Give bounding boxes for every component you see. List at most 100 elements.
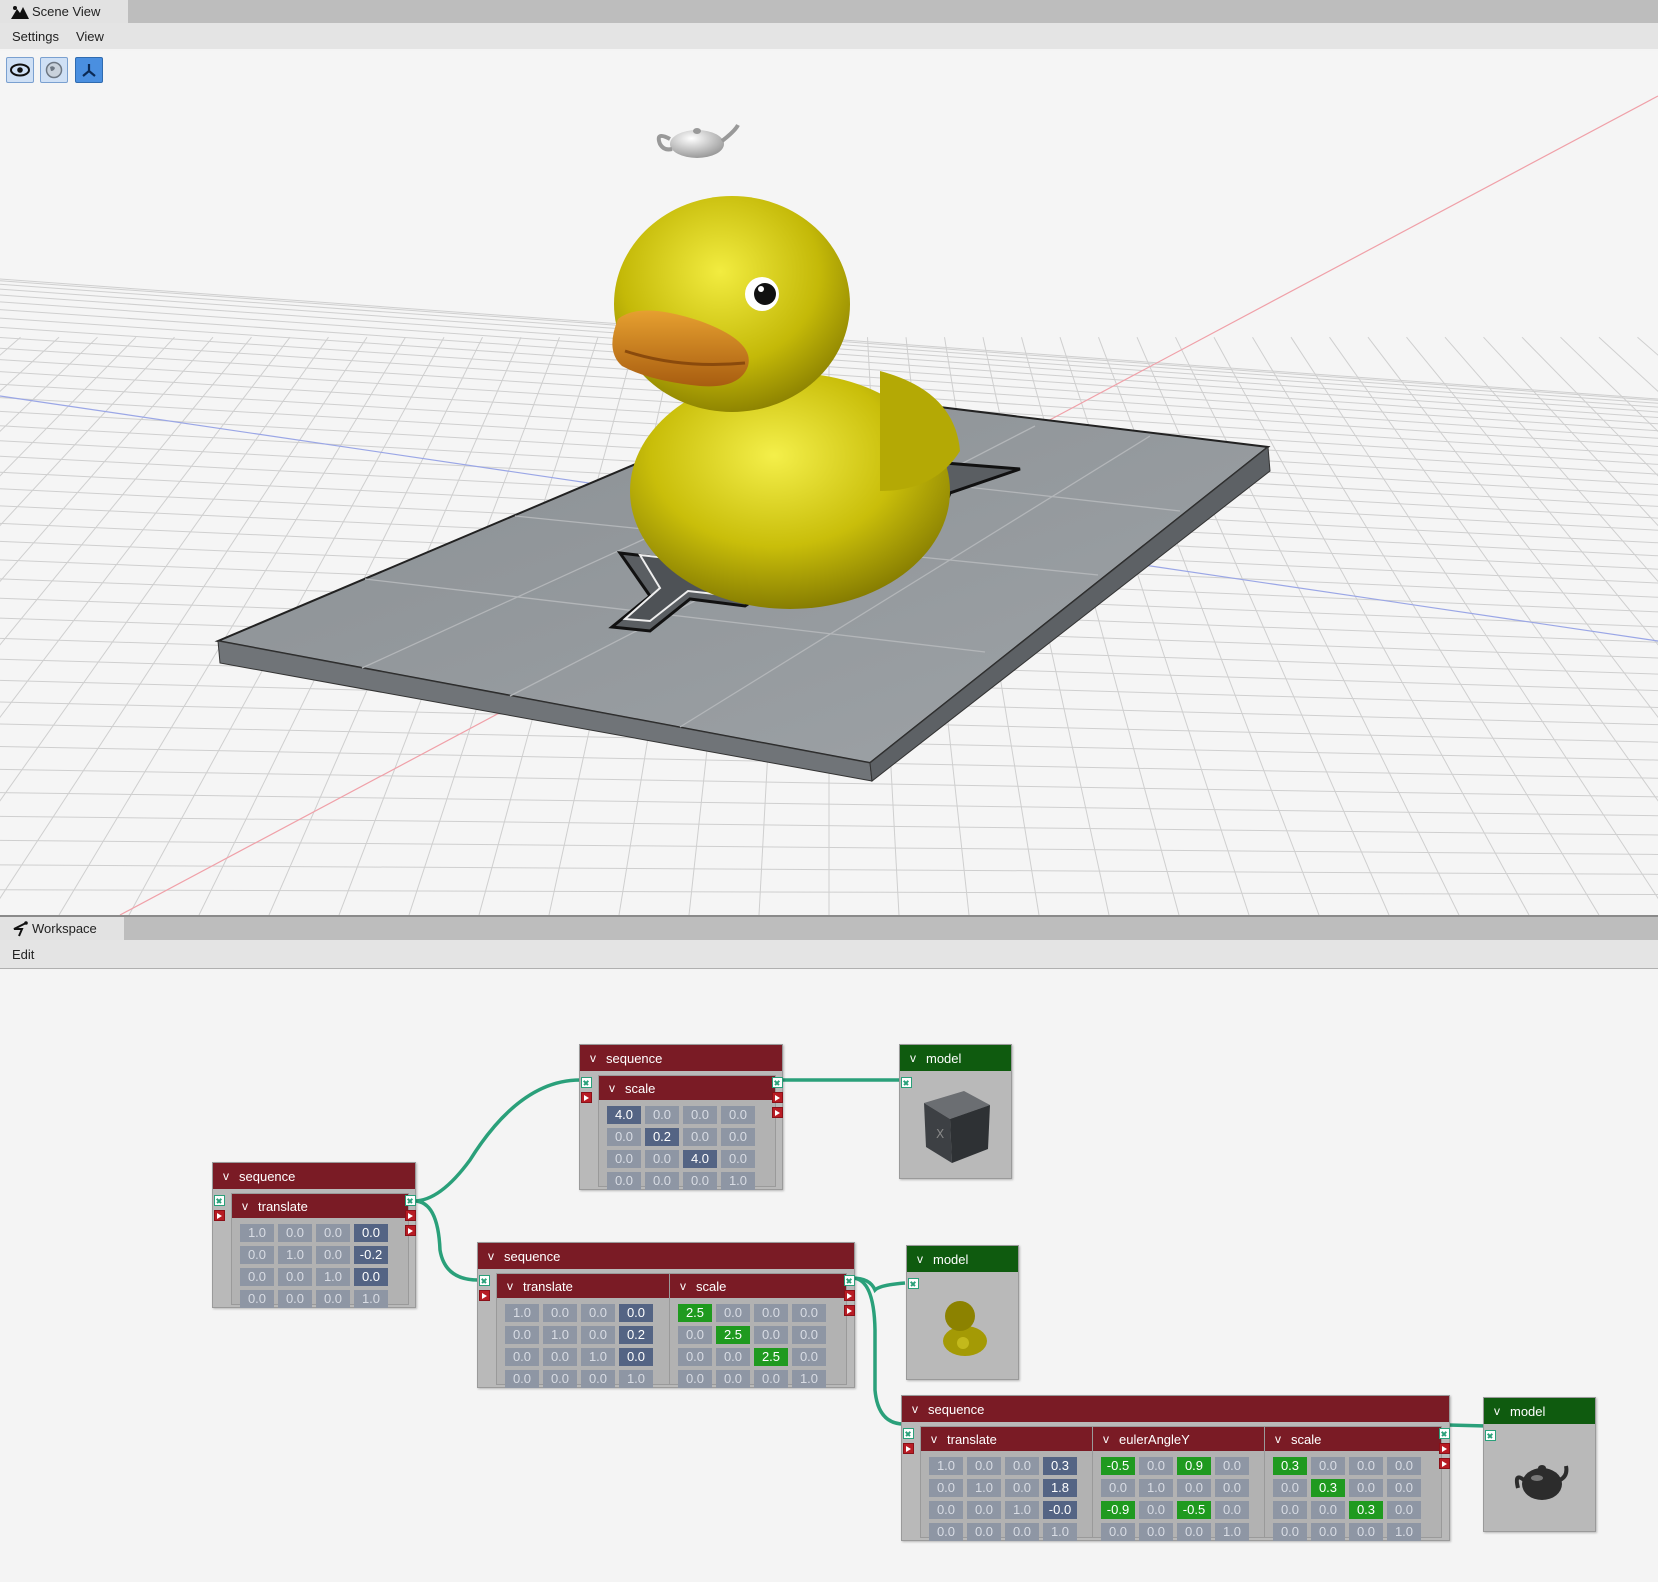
trigger-port[interactable] [581,1092,592,1103]
matrix-cell[interactable]: 0.0 [505,1326,539,1344]
matrix-cell[interactable]: 0.0 [1387,1501,1421,1519]
output-port[interactable] [844,1275,855,1286]
matrix-cell[interactable]: 0.0 [505,1370,539,1388]
matrix-cell[interactable]: 0.0 [581,1304,615,1322]
matrix-cell[interactable]: 0.0 [1005,1479,1039,1497]
matrix-cell[interactable]: 0.0 [1273,1501,1307,1519]
model-node-teapot[interactable]: v model [1483,1397,1596,1532]
sequence-node-root[interactable]: v sequence v translate 1.0 0.0 0.0 0.0 0.0 1.0 0… [212,1162,416,1308]
matrix-cell[interactable]: 0.0 [354,1224,388,1242]
euler-angle-y-node[interactable]: v eulerAngleY -0.5 0.0 0.9 0.0 0.0 1.0 0.0 0.0 -0… [1092,1426,1270,1541]
collapse-toggle[interactable]: v [900,1051,926,1065]
collapse-toggle[interactable]: v [478,1249,504,1263]
collapse-toggle[interactable]: v [1484,1404,1510,1418]
collapse-toggle[interactable]: v [1093,1432,1119,1446]
matrix-cell[interactable]: 0.0 [1139,1457,1173,1475]
matrix-cell[interactable]: 0.0 [543,1348,577,1366]
sequence-node-teapot[interactable]: v sequence v translate 1.0 0.0 0.0 0.3 0.0 1.0 0… [901,1395,1450,1541]
matrix-cell[interactable]: 0.0 [754,1326,788,1344]
matrix-cell[interactable]: 0.0 [581,1326,615,1344]
matrix-cell[interactable]: 0.3 [1349,1501,1383,1519]
matrix-cell[interactable]: 0.3 [1311,1479,1345,1497]
matrix-cell[interactable]: 0.0 [1101,1479,1135,1497]
scale-node[interactable]: v scale 0.3 0.0 0.0 0.0 0.0 0.3 0.0 0.0 0.0 0.0 0.3… [1264,1426,1442,1541]
matrix-cell[interactable]: 0.0 [1311,1501,1345,1519]
matrix-cell[interactable]: 1.0 [354,1290,388,1308]
matrix-cell[interactable]: 1.8 [1043,1479,1077,1497]
trigger-out-port[interactable] [772,1107,783,1118]
matrix-cell[interactable]: 1.0 [1043,1523,1077,1541]
matrix-cell[interactable]: 0.0 [721,1150,755,1168]
input-port[interactable] [479,1275,490,1286]
collapse-toggle[interactable]: v [580,1051,606,1065]
matrix-cell[interactable]: 0.0 [929,1479,963,1497]
matrix-cell[interactable]: 0.0 [1139,1501,1173,1519]
matrix-cell[interactable]: 0.0 [316,1224,350,1242]
matrix-cell[interactable]: 0.0 [1005,1457,1039,1475]
matrix-cell[interactable]: 0.0 [678,1348,712,1366]
matrix-cell[interactable]: -0.9 [1101,1501,1135,1519]
matrix-cell[interactable]: 0.0 [754,1370,788,1388]
matrix-cell[interactable]: 0.0 [1273,1479,1307,1497]
matrix-cell[interactable]: 1.0 [278,1246,312,1264]
matrix-cell[interactable]: 1.0 [967,1479,1001,1497]
matrix-cell[interactable]: 0.2 [619,1326,653,1344]
matrix-cell[interactable]: 0.2 [645,1128,679,1146]
matrix-cell[interactable]: 0.0 [645,1150,679,1168]
matrix-cell[interactable]: 0.0 [607,1150,641,1168]
matrix-cell[interactable]: 0.0 [967,1501,1001,1519]
matrix-cell[interactable]: 1.0 [240,1224,274,1242]
input-port[interactable] [903,1428,914,1439]
collapse-toggle[interactable]: v [902,1402,928,1416]
matrix-cell[interactable]: 1.0 [1005,1501,1039,1519]
axes-button[interactable] [75,57,103,83]
matrix-cell[interactable]: 0.0 [1349,1457,1383,1475]
trigger-port[interactable] [479,1290,490,1301]
menu-edit[interactable]: Edit [12,947,34,962]
trigger-out-port[interactable] [1439,1458,1450,1469]
matrix-cell[interactable]: 1.0 [1215,1523,1249,1541]
output-port[interactable] [772,1077,783,1088]
matrix-cell[interactable]: 0.0 [619,1348,653,1366]
matrix-cell[interactable]: 0.0 [543,1304,577,1322]
scene-viewport[interactable] [0,51,1658,915]
matrix-cell[interactable]: 0.0 [967,1457,1001,1475]
globe-button[interactable] [40,57,68,83]
trigger-out-port[interactable] [405,1210,416,1221]
matrix-cell[interactable]: 0.0 [716,1348,750,1366]
collapse-toggle[interactable]: v [599,1081,625,1095]
input-port[interactable] [214,1195,225,1206]
input-port[interactable] [908,1278,919,1289]
matrix-cell[interactable]: 0.9 [1177,1457,1211,1475]
sequence-node-box[interactable]: v sequence v scale 4.0 0.0 0.0 0.0 0.0 0.2 0.0 0.… [579,1044,783,1190]
matrix-cell[interactable]: 0.0 [1101,1523,1135,1541]
matrix-cell[interactable]: 0.0 [716,1370,750,1388]
sequence-node-duck[interactable]: v sequence v translate 1.0 0.0 0.0 0.0 0.0 1.0 0… [477,1242,855,1388]
trigger-port[interactable] [214,1210,225,1221]
matrix-cell[interactable]: 2.5 [754,1348,788,1366]
matrix-cell[interactable]: 0.0 [754,1304,788,1322]
matrix-cell[interactable]: 0.0 [1273,1523,1307,1541]
matrix-cell[interactable]: 0.0 [607,1172,641,1190]
matrix-cell[interactable]: 0.0 [316,1246,350,1264]
output-port[interactable] [405,1195,416,1206]
matrix-cell[interactable]: 0.0 [929,1501,963,1519]
matrix-cell[interactable]: 0.0 [683,1106,717,1124]
matrix-cell[interactable]: 0.0 [1387,1457,1421,1475]
translate-node[interactable]: v translate 1.0 0.0 0.0 0.3 0.0 1.0 0.0 1.8 0.0 0.… [920,1426,1098,1541]
matrix-cell[interactable]: 1.0 [1387,1523,1421,1541]
matrix-cell[interactable]: 0.0 [1177,1479,1211,1497]
matrix-cell[interactable]: 0.0 [240,1246,274,1264]
matrix-cell[interactable]: 0.0 [240,1268,274,1286]
matrix-cell[interactable]: 0.0 [1311,1457,1345,1475]
translate-node[interactable]: v translate 1.0 0.0 0.0 0.0 0.0 1.0 0.0 0.2 0.0 0.… [496,1273,674,1388]
matrix-cell[interactable]: 0.3 [1273,1457,1307,1475]
matrix-cell[interactable]: 1.0 [929,1457,963,1475]
matrix-cell[interactable]: 1.0 [316,1268,350,1286]
matrix-cell[interactable]: 0.0 [792,1348,826,1366]
matrix-cell[interactable]: 0.0 [1005,1523,1039,1541]
matrix-cell[interactable]: 0.0 [967,1523,1001,1541]
matrix-cell[interactable]: 1.0 [792,1370,826,1388]
collapse-toggle[interactable]: v [232,1199,258,1213]
matrix-cell[interactable]: 2.5 [716,1326,750,1344]
